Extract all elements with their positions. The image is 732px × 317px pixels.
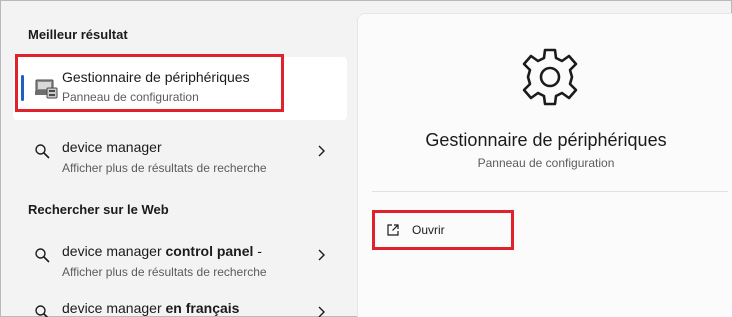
suggestion-text: en français <box>165 300 240 316</box>
query-text: device manager <box>62 300 166 316</box>
web-result-title: device manager en français <box>62 300 239 316</box>
search-icon <box>35 248 50 263</box>
chevron-right-icon[interactable] <box>316 145 326 157</box>
title-tail: - <box>253 243 262 259</box>
chevron-right-icon[interactable] <box>316 306 326 317</box>
query-text: device manager <box>62 243 166 259</box>
result-title: device manager <box>62 139 162 155</box>
web-result-item[interactable]: device manager en français <box>13 300 347 317</box>
search-icon <box>35 144 50 159</box>
web-search-heading: Rechercher sur le Web <box>28 202 169 217</box>
preview-panel: Gestionnaire de périphériques Panneau de… <box>357 13 732 317</box>
chevron-right-icon[interactable] <box>316 249 326 261</box>
search-result-item[interactable]: device manager Afficher plus de résultat… <box>13 139 347 185</box>
preview-subtitle: Panneau de configuration <box>477 156 615 170</box>
web-result-title: device manager control panel - <box>62 243 262 259</box>
web-result-item[interactable]: device manager control panel - Afficher … <box>13 243 347 289</box>
best-match-heading: Meilleur résultat <box>28 27 128 42</box>
highlight-box <box>372 210 514 250</box>
gear-icon <box>522 48 578 106</box>
result-subtitle: Afficher plus de résultats de recherche <box>62 161 267 175</box>
search-icon <box>35 305 49 317</box>
highlight-box <box>15 54 284 112</box>
web-result-subtitle: Afficher plus de résultats de recherche <box>62 265 267 279</box>
suggestion-text: control panel <box>165 243 254 259</box>
divider <box>372 191 728 192</box>
results-panel: Meilleur résultat Gestionnaire de périph… <box>1 1 353 317</box>
search-window: { "left_panel": { "best_match_heading": … <box>0 0 732 317</box>
preview-title: Gestionnaire de périphériques <box>425 130 667 150</box>
